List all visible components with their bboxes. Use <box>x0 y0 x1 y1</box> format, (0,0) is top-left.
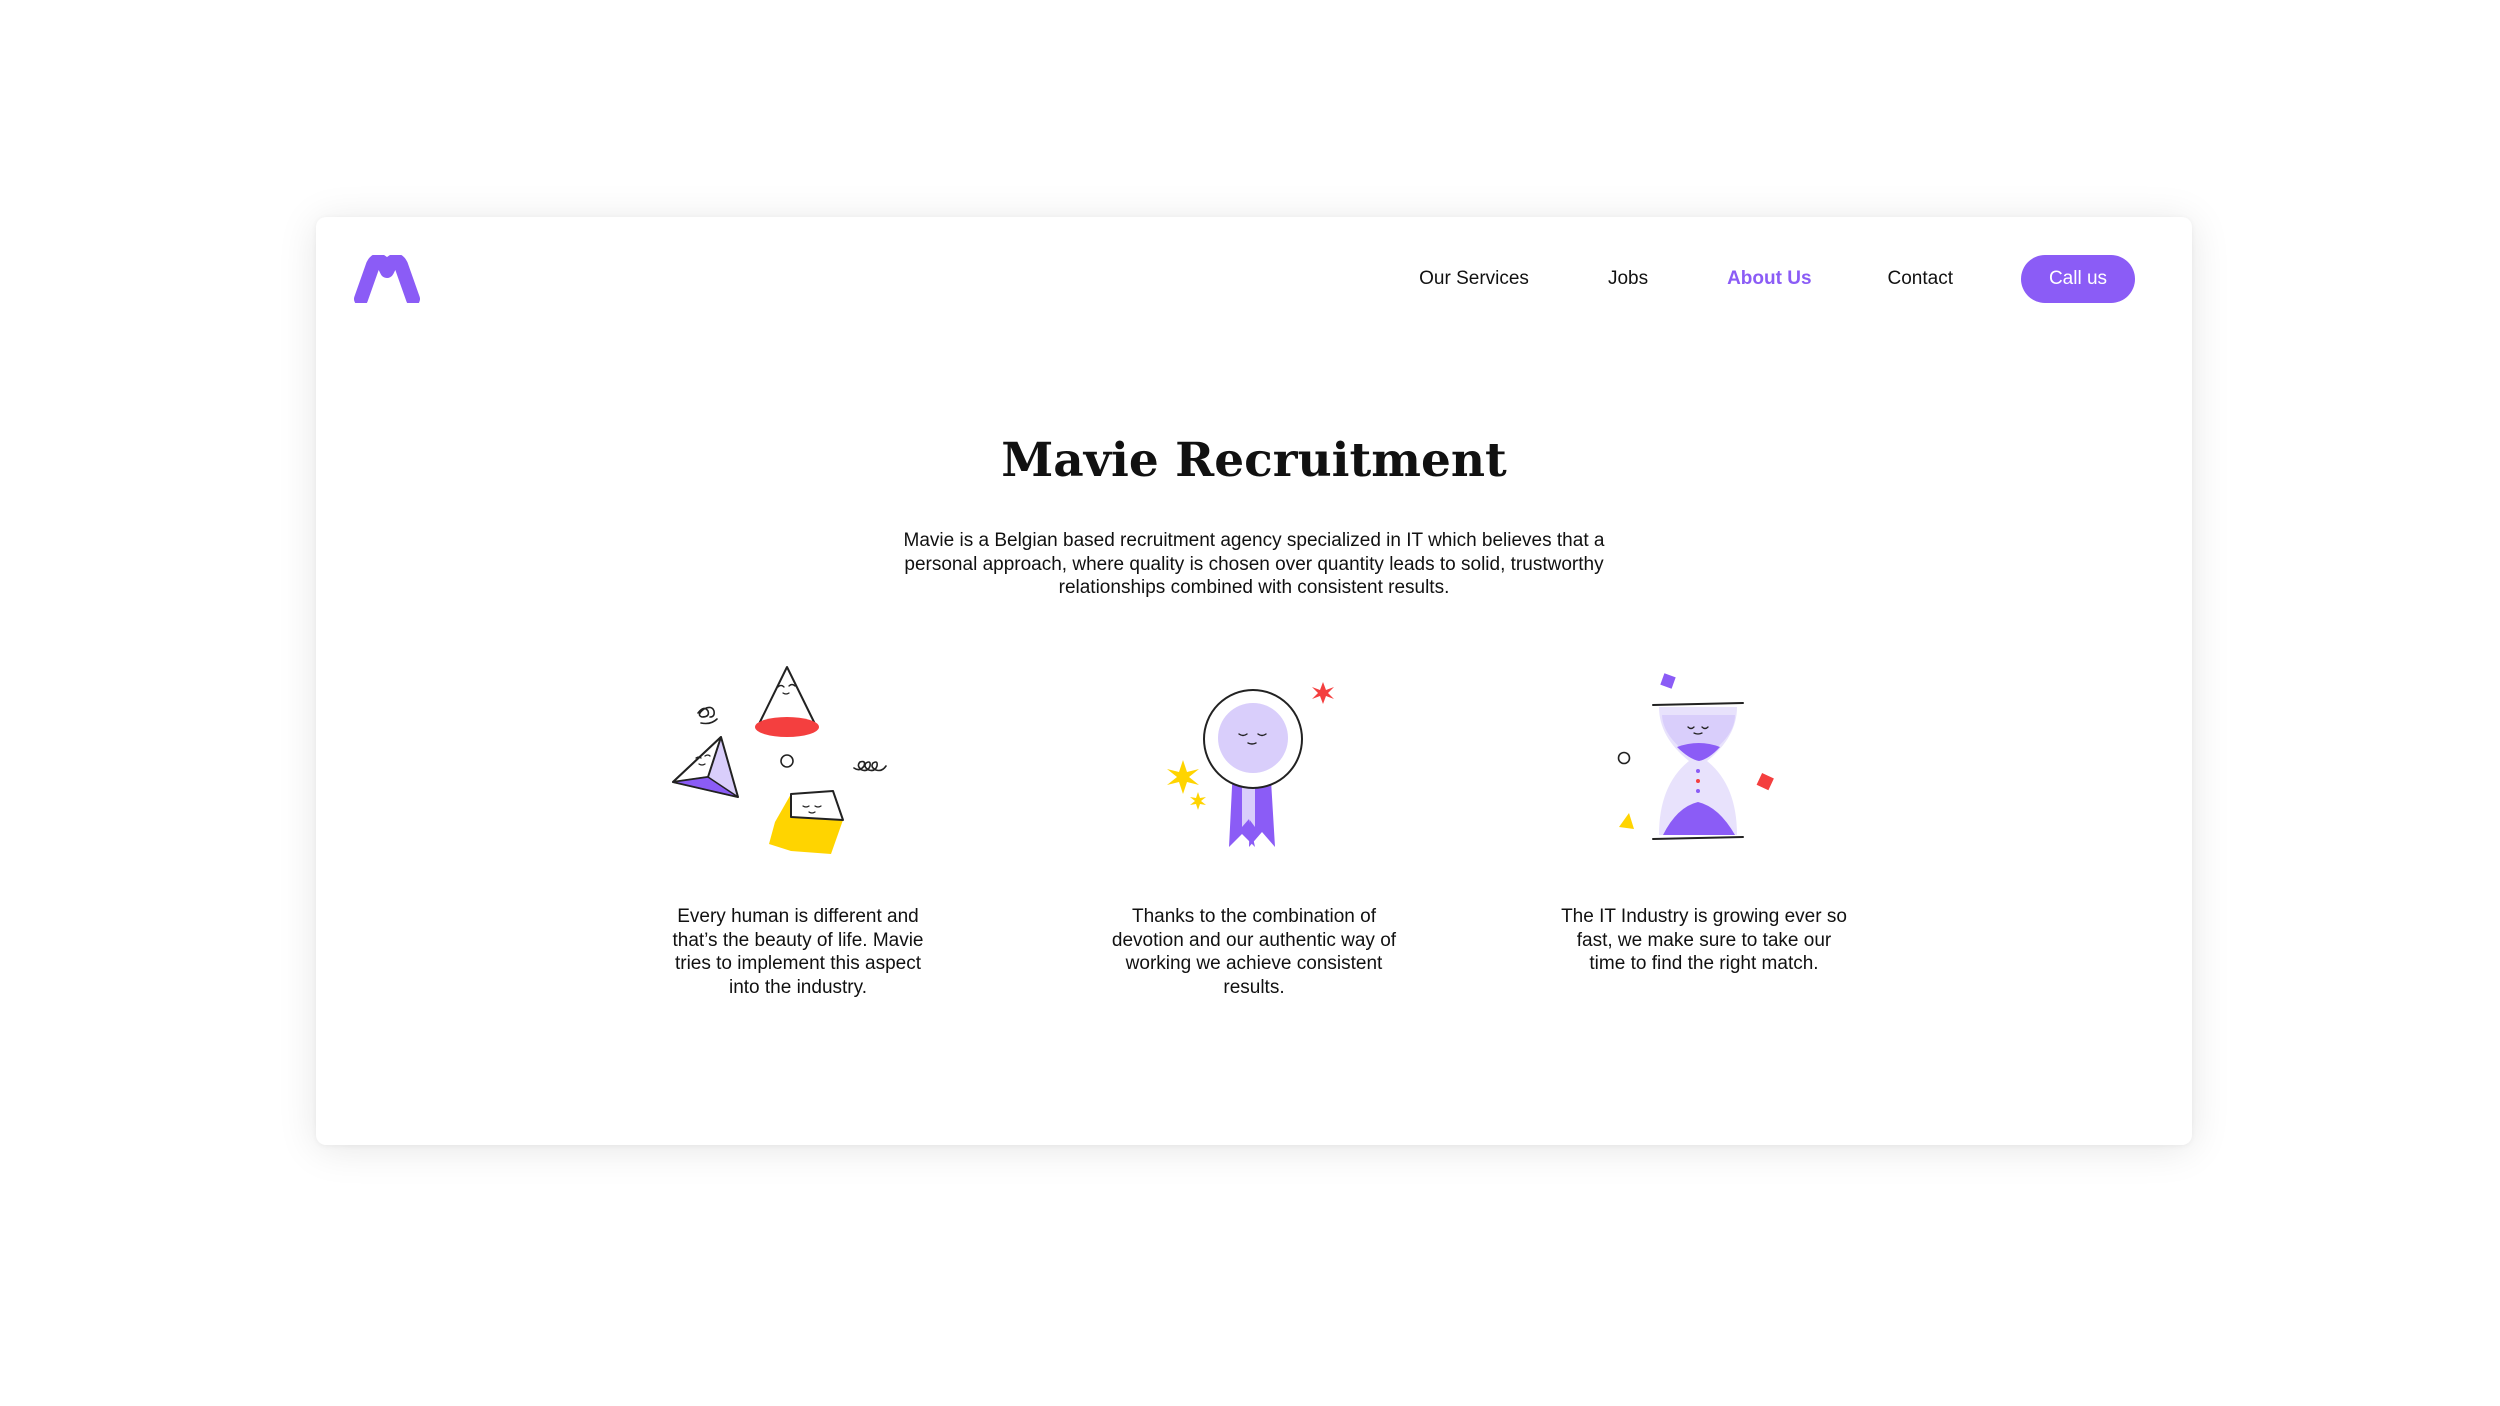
call-us-button[interactable]: Call us <box>2021 255 2135 303</box>
hourglass-icon <box>1617 673 1774 840</box>
page-title: Mavie Recruitment <box>1001 433 1507 488</box>
feature-results: Thanks to the combination of devotion an… <box>1109 657 1399 999</box>
nav-our-services[interactable]: Our Services <box>1419 268 1529 290</box>
nav-about-us[interactable]: About Us <box>1727 268 1811 290</box>
feature-text: Every human is different and that’s the … <box>672 906 924 998</box>
feature-diversity: Every human is different and that’s the … <box>653 657 943 999</box>
nav-contact[interactable]: Contact <box>1888 268 1953 290</box>
intro-paragraph: Mavie is a Belgian based recruitment age… <box>903 530 1605 598</box>
page-card: Our Services Jobs About Us Contact Call … <box>316 217 2192 1145</box>
nav-jobs[interactable]: Jobs <box>1608 268 1648 290</box>
award-ribbon-icon <box>1167 682 1334 847</box>
geometric-shapes-icon <box>672 666 887 854</box>
feature-right-match: The IT Industry is growing ever so fast,… <box>1559 657 1849 976</box>
feature-text: Thanks to the combination of devotion an… <box>1111 906 1397 998</box>
feature-text: The IT Industry is growing ever so fast,… <box>1561 906 1847 974</box>
main-nav: Our Services Jobs About Us Contact Call … <box>1419 255 2135 303</box>
mavie-logo-icon[interactable] <box>353 255 420 303</box>
